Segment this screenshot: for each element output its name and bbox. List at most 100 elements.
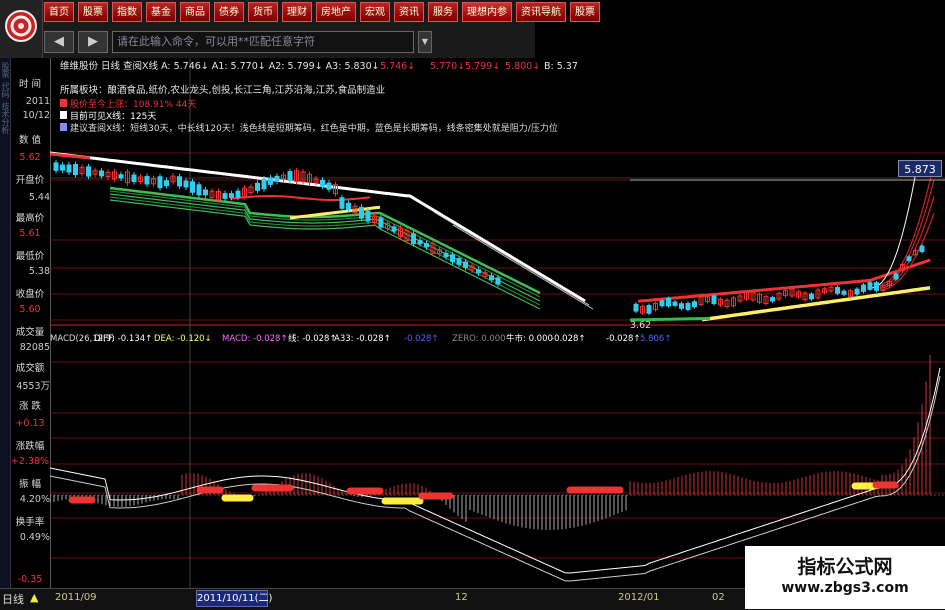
menu-item[interactable]: 基金 bbox=[146, 2, 176, 22]
watermark-title: 指标公式网 bbox=[797, 556, 893, 578]
data-value: +0.13 bbox=[15, 418, 45, 429]
menu-item[interactable]: 资讯 bbox=[394, 2, 424, 22]
candle bbox=[118, 174, 124, 179]
candle bbox=[456, 258, 462, 265]
ma-line-green bbox=[629, 316, 711, 322]
menu-item[interactable]: 理财 bbox=[282, 2, 312, 22]
data-value: +2.38% bbox=[10, 456, 50, 467]
candle bbox=[476, 269, 481, 274]
command-input[interactable]: 请在此输入命令，可以用**匹配任意字符 bbox=[112, 31, 414, 53]
data-value: 4553万 bbox=[16, 381, 50, 392]
macd-header-value: MACD: -0.028↑ bbox=[222, 334, 288, 344]
candle bbox=[391, 226, 397, 232]
data-value: 5.60 bbox=[19, 304, 41, 315]
watermark-url: www.zbgs3.com bbox=[781, 580, 909, 596]
candle bbox=[770, 297, 775, 302]
menu-item[interactable]: 理想内参 bbox=[462, 2, 512, 22]
chart-header-value: 5.746↓ bbox=[380, 61, 415, 72]
date-tick: 2011/09 bbox=[55, 592, 97, 603]
data-label: 最低价 bbox=[15, 251, 45, 262]
menu-item[interactable]: 房地产 bbox=[316, 2, 356, 22]
candle bbox=[495, 277, 501, 285]
candle bbox=[164, 180, 169, 187]
macd-header-value: DIFF: -0.134↑ bbox=[94, 334, 152, 344]
app-logo[interactable] bbox=[0, 0, 43, 58]
period-label[interactable]: 日线 bbox=[2, 591, 24, 607]
data-value: 0.49% bbox=[19, 532, 50, 543]
legend-swatch bbox=[60, 111, 67, 119]
candle bbox=[274, 175, 280, 182]
menu-item[interactable]: 股票 bbox=[78, 2, 108, 22]
candle bbox=[854, 288, 860, 295]
watermark: 指标公式网 www.zbgs3.com bbox=[745, 546, 945, 609]
data-label: 涨跌幅 bbox=[15, 441, 45, 452]
macd-diff-line bbox=[49, 367, 941, 574]
candle bbox=[666, 298, 671, 307]
macd-header-value: 5.806↑ bbox=[640, 334, 671, 344]
candle bbox=[841, 290, 847, 295]
menu-item[interactable]: 股票 bbox=[570, 2, 600, 22]
data-label: 时 间 bbox=[18, 79, 42, 90]
candle bbox=[861, 284, 866, 292]
candle bbox=[711, 295, 717, 305]
data-label: 开盘价 bbox=[15, 175, 45, 186]
data-label: 涨 跌 bbox=[18, 401, 42, 412]
command-row: ◀ ▶ 请在此输入命令，可以用**匹配任意字符 ▼ bbox=[44, 30, 432, 54]
candle bbox=[177, 176, 182, 187]
chart-header-value: 5.799↓ bbox=[465, 61, 500, 72]
legend-swatch bbox=[60, 123, 67, 131]
current-price-box: 5.873 bbox=[898, 160, 942, 177]
data-label: 最高价 bbox=[15, 213, 45, 224]
main-menu: 首页 股票 指数 基金 商品 债券 货币 理财 房地产 宏观 资讯 服务 理想内参 资讯导航 股票 bbox=[44, 2, 600, 22]
macd-header-value: -0.028↑ bbox=[551, 334, 586, 344]
legend-swatch bbox=[60, 99, 67, 107]
data-label: 数 值 bbox=[18, 135, 42, 146]
candle bbox=[196, 184, 202, 196]
candle bbox=[659, 300, 665, 307]
logo-icon bbox=[5, 10, 37, 42]
macd-header-value: DEA: -0.120↓ bbox=[154, 334, 212, 344]
candle bbox=[365, 210, 371, 222]
candle bbox=[183, 180, 189, 188]
menu-item[interactable]: 债券 bbox=[214, 2, 244, 22]
candle bbox=[489, 275, 494, 281]
candle bbox=[672, 301, 678, 306]
candle bbox=[919, 245, 925, 253]
candle bbox=[53, 162, 59, 171]
macd-header-value: 线: -0.028↑ bbox=[288, 333, 337, 344]
candle bbox=[443, 252, 449, 258]
data-value: 4.20% bbox=[19, 494, 50, 505]
candle bbox=[190, 181, 195, 193]
data-label: 成交额 bbox=[15, 363, 45, 374]
data-value: 5.38 bbox=[28, 266, 50, 277]
candle bbox=[287, 171, 293, 182]
menu-item[interactable]: 资讯导航 bbox=[516, 2, 566, 22]
ma-line-green bbox=[109, 190, 541, 298]
data-value: 2011 bbox=[25, 96, 50, 107]
data-value: 10/12 bbox=[22, 110, 50, 121]
forward-button[interactable]: ▶ bbox=[78, 31, 108, 53]
candle bbox=[835, 287, 840, 294]
data-value: 5.62 bbox=[19, 152, 41, 163]
menu-item[interactable]: 宏观 bbox=[360, 2, 390, 22]
candle bbox=[809, 293, 814, 300]
kline-chart[interactable]: 维维股份 日线 查阅X线 A: 5.746↓ A1: 5.770↓ A2: 5.… bbox=[49, 58, 945, 590]
candle bbox=[326, 182, 332, 190]
macd-header-value: -0.028↑ bbox=[606, 334, 641, 344]
candle bbox=[320, 179, 325, 187]
menu-item[interactable]: 首页 bbox=[44, 2, 74, 22]
candle bbox=[157, 176, 163, 189]
menu-item[interactable]: 货币 bbox=[248, 2, 278, 22]
menu-item[interactable]: 指数 bbox=[112, 2, 142, 22]
command-dropdown-button[interactable]: ▼ bbox=[418, 31, 432, 53]
menu-item[interactable]: 服务 bbox=[428, 2, 458, 22]
chart-area[interactable]: 维维股份 日线 查阅X线 A: 5.746↓ A1: 5.770↓ A2: 5.… bbox=[49, 58, 945, 590]
candle bbox=[679, 303, 684, 309]
data-value: -0.35 bbox=[17, 574, 43, 585]
candle bbox=[131, 174, 137, 183]
candle bbox=[378, 217, 384, 228]
candle bbox=[346, 202, 351, 210]
menu-item[interactable]: 商品 bbox=[180, 2, 210, 22]
date-tick[interactable]: 2011/10/11(二) bbox=[196, 590, 272, 607]
back-button[interactable]: ◀ bbox=[44, 31, 74, 53]
